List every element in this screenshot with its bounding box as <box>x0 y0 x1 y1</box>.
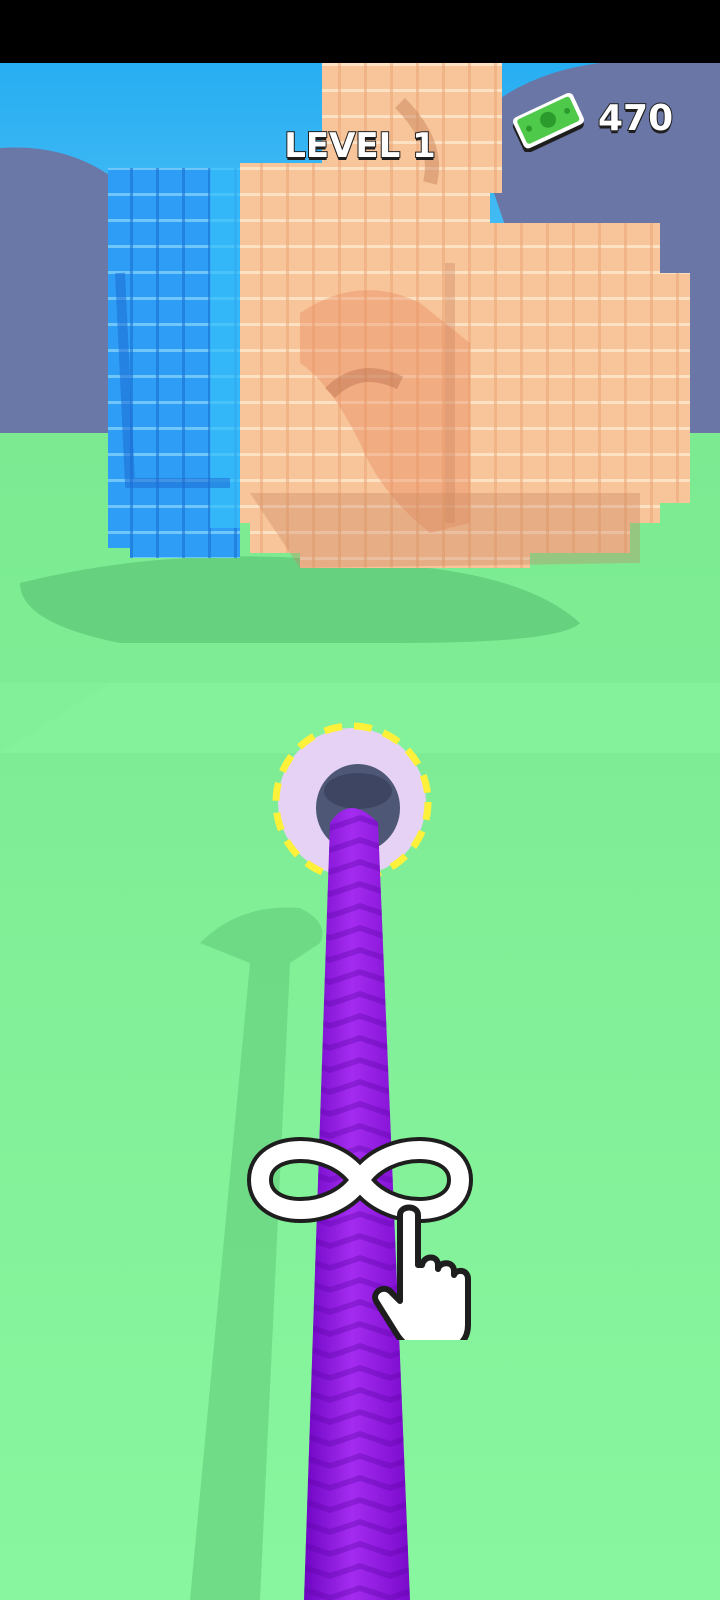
game-screen[interactable]: LEVEL 1 470 <box>0 0 720 1600</box>
status-bar <box>0 0 720 63</box>
hand-pointer-icon <box>372 1204 471 1340</box>
level-label: LEVEL 1 <box>283 125 437 167</box>
currency-counter: 470 <box>508 92 708 152</box>
cash-icon <box>512 92 584 152</box>
tutorial-hint <box>247 1137 473 1340</box>
game-scene[interactable] <box>0 63 720 1600</box>
infinity-icon <box>247 1137 473 1223</box>
currency-value: 470 <box>597 97 674 140</box>
